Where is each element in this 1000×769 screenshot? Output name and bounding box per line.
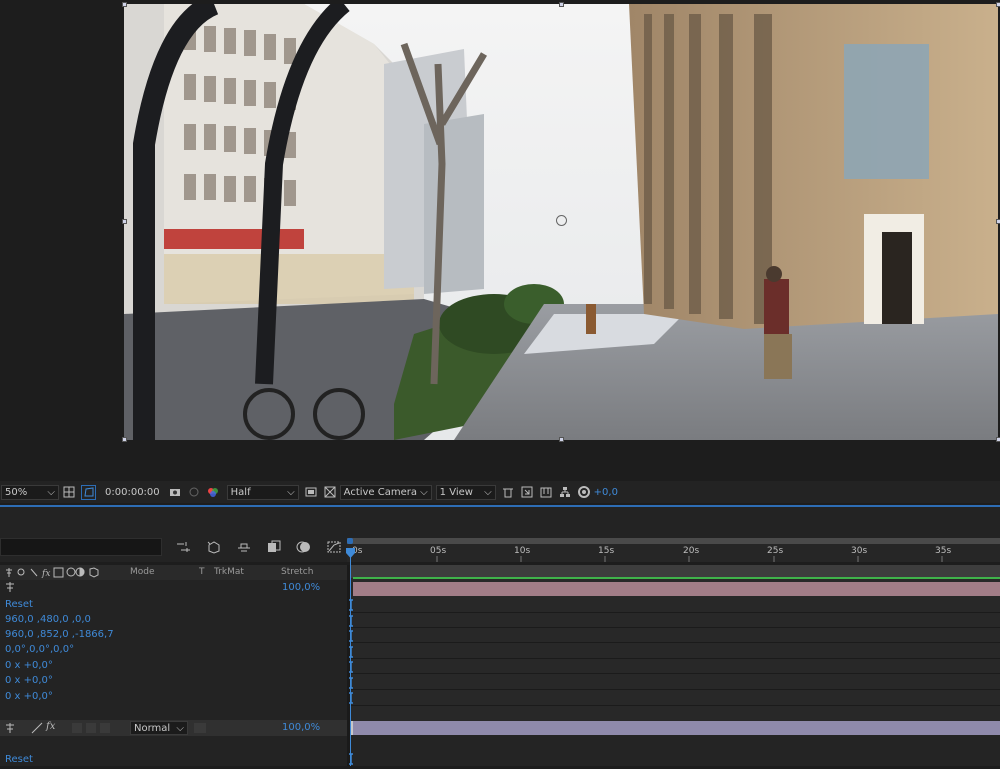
reset-exposure-icon[interactable] (578, 486, 591, 499)
chevron-down-icon: ⌵ (420, 486, 428, 498)
layer-column-headers: fx Mode T TrkMat Stretch (0, 565, 347, 581)
transparency-grid-icon[interactable] (324, 486, 337, 499)
work-area-green-bar (353, 577, 1000, 579)
collapse-layer-icon[interactable] (5, 722, 15, 737)
ruler-label: 15s (598, 546, 615, 556)
property-track-area (350, 735, 1000, 766)
viewer-toolbar: 50% ⌵ 0:00:00:00 Half ⌵ Active Camera ⌵ … (0, 481, 1000, 503)
3d-layer-switch[interactable] (100, 723, 110, 733)
zoom-select[interactable]: 50% ⌵ (1, 484, 59, 500)
resolution-value: Half (230, 486, 251, 498)
reset-link[interactable]: Reset (5, 754, 33, 765)
ruler-label: 30s (851, 546, 868, 556)
exposure-value[interactable]: +0,0 (594, 487, 618, 498)
ruler-label: 35s (935, 546, 952, 556)
effects-switch-icon[interactable]: fx (46, 721, 55, 732)
layer-stretch-value[interactable]: 100,0% (282, 582, 320, 593)
handle-mid-left[interactable] (122, 219, 127, 224)
ruler-label: 20s (683, 546, 700, 556)
layer-stretch-value[interactable]: 100,0% (282, 722, 320, 733)
z-rotation-value[interactable]: 0 x +0,0° (5, 691, 53, 702)
layer-row[interactable]: fx Normal ⌵ 100,0% (0, 720, 347, 736)
camera-snapshot-icon[interactable] (169, 486, 182, 499)
layer-1-duration-bar[interactable] (353, 582, 1000, 596)
graph-editor-icon[interactable] (326, 540, 342, 557)
orientation-value[interactable]: 0,0°,0,0°,0,0° (5, 644, 74, 655)
y-rotation-value[interactable]: 0 x +0,0° (5, 675, 53, 686)
t-column-header[interactable]: T (199, 567, 205, 577)
svg-text:fx: fx (41, 569, 50, 578)
blend-mode-value: Normal (134, 722, 171, 734)
blend-mode-select[interactable]: Normal ⌵ (130, 721, 188, 735)
handle-bottom-center[interactable] (559, 437, 564, 442)
timeline-track-area[interactable] (350, 565, 1000, 766)
color-channels-icon[interactable] (207, 486, 220, 499)
trkmat-column-header[interactable]: TrkMat (214, 567, 244, 577)
timeline-switches (176, 540, 342, 557)
flowchart-icon[interactable] (559, 486, 572, 499)
x-rotation-value[interactable]: 0 x +0,0° (5, 660, 53, 671)
current-time-indicator-head[interactable] (346, 548, 355, 558)
ruler-label: 10s (514, 546, 531, 556)
current-timecode[interactable]: 0:00:00:00 (105, 487, 160, 498)
ruler-label: 05s (430, 546, 447, 556)
mode-column-header[interactable]: Mode (130, 567, 155, 577)
view-layout-select[interactable]: 1 View ⌵ (435, 484, 496, 500)
fast-previews-icon[interactable] (521, 486, 534, 499)
motion-blur-switch[interactable] (72, 723, 82, 733)
anchor-point-icon[interactable] (556, 215, 567, 226)
handle-top-center[interactable] (559, 2, 564, 7)
chevron-down-icon: ⌵ (287, 486, 295, 498)
composition-viewer[interactable] (0, 0, 1000, 480)
camera-value: Active Camera (343, 486, 418, 498)
motion-blur-icon[interactable] (296, 540, 312, 557)
hide-shy-layers-icon[interactable] (236, 540, 252, 557)
adjustment-layer-switch[interactable] (86, 723, 96, 733)
position-value[interactable]: 960,0 ,852,0 ,-1866,7 (5, 629, 114, 640)
show-snapshot-icon[interactable] (188, 486, 201, 499)
stretch-column-header[interactable]: Stretch (281, 567, 313, 577)
quality-switch-icon[interactable] (31, 722, 43, 737)
frame-blending-icon[interactable] (266, 540, 282, 557)
keyframe-markers (348, 598, 354, 769)
layer-properties-panel: 100,0% Reset 960,0 ,480,0 ,0,0 960,0 ,85… (0, 580, 347, 766)
toggle-pixel-aspect-icon[interactable] (502, 486, 515, 499)
work-area-bar[interactable] (347, 538, 1000, 544)
mask-visibility-icon[interactable] (81, 484, 96, 500)
handle-bottom-right[interactable] (996, 437, 1000, 442)
resolution-select[interactable]: Half ⌵ (226, 484, 299, 500)
view-layout-value: 1 View (439, 486, 473, 498)
region-of-interest-icon[interactable] (305, 486, 318, 499)
anchor-point-value[interactable]: 960,0 ,480,0 ,0,0 (5, 614, 91, 625)
timeline-panel-icon[interactable] (540, 486, 553, 499)
work-area-start-handle[interactable] (347, 538, 353, 544)
zoom-value: 50% (5, 486, 28, 498)
chevron-down-icon: ⌵ (176, 722, 184, 734)
layer-2-duration-bar[interactable] (353, 721, 1000, 735)
preserve-transparency-switch[interactable] (194, 723, 206, 733)
layer-row[interactable]: 100,0% (0, 580, 347, 595)
collapse-transform-icon[interactable] (5, 581, 15, 596)
chevron-down-icon: ⌵ (47, 486, 55, 498)
chevron-down-icon: ⌵ (484, 486, 492, 498)
handle-mid-right[interactable] (996, 219, 1000, 224)
switch-header-icons: fx (4, 567, 122, 581)
grid-guides-icon[interactable] (62, 486, 75, 499)
composition-mini-flowchart-icon[interactable] (176, 540, 192, 557)
draft-3d-icon[interactable] (206, 540, 222, 557)
ruler-label: 25s (767, 546, 784, 556)
handle-bottom-left[interactable] (122, 437, 127, 442)
layer-search-input[interactable] (0, 538, 162, 556)
handle-top-left[interactable] (122, 2, 127, 7)
reset-link[interactable]: Reset (5, 599, 33, 610)
handle-top-right[interactable] (996, 2, 1000, 7)
camera-select[interactable]: Active Camera ⌵ (339, 484, 432, 500)
ruler-ticks (436, 556, 943, 562)
